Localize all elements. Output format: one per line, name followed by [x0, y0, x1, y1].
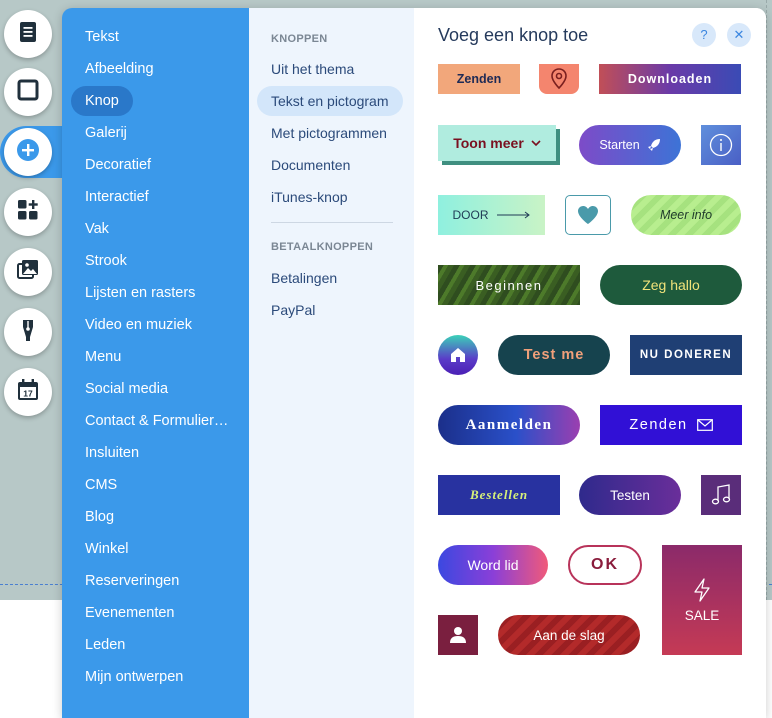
- preset-info-button[interactable]: [701, 125, 741, 165]
- chevron-down-icon: [531, 139, 541, 147]
- heart-icon: [577, 205, 599, 225]
- background-icon: [15, 77, 41, 108]
- canvas-guide-line-vertical: [766, 0, 767, 600]
- preset-sale[interactable]: SALE: [662, 545, 742, 655]
- subcategory-divider: [271, 222, 393, 223]
- button-presets: Voeg een knop toe ? ✕ Zenden Downloaden …: [414, 8, 766, 718]
- subcategory-tekst-en-pictogram[interactable]: Tekst en pictogram: [257, 86, 403, 116]
- category-afbeelding[interactable]: Afbeelding: [71, 54, 168, 84]
- help-button[interactable]: ?: [692, 23, 716, 47]
- subcategory-itunes-knop[interactable]: iTunes-knop: [257, 182, 362, 212]
- subcategory-met-pictogrammen[interactable]: Met pictogrammen: [257, 118, 401, 148]
- preset-aan-de-slag[interactable]: Aan de slag: [498, 615, 640, 655]
- category-blog[interactable]: Blog: [71, 502, 128, 532]
- category-decoratief[interactable]: Decoratief: [71, 150, 165, 180]
- sale-label: SALE: [684, 607, 720, 623]
- category-list: Tekst Afbeelding Knop Galerij Decoratief…: [62, 8, 249, 718]
- category-video-en-muziek[interactable]: Video en muziek: [71, 310, 206, 340]
- category-tekst[interactable]: Tekst: [71, 22, 133, 52]
- category-social-media[interactable]: Social media: [71, 374, 182, 404]
- pen-icon: [15, 317, 41, 348]
- user-icon: [449, 626, 467, 644]
- pages-icon: [15, 19, 41, 50]
- category-galerij[interactable]: Galerij: [71, 118, 141, 148]
- zenden-mail-label: Zenden: [629, 417, 688, 433]
- category-evenementen[interactable]: Evenementen: [71, 598, 188, 628]
- preset-beginnen[interactable]: Beginnen: [438, 265, 580, 305]
- pen-button[interactable]: [4, 308, 52, 356]
- subcategory-betalingen[interactable]: Betalingen: [257, 263, 351, 293]
- category-strook[interactable]: Strook: [71, 246, 141, 276]
- preset-heart-button[interactable]: [565, 195, 611, 235]
- preset-starten[interactable]: Starten: [579, 125, 681, 165]
- category-mijn-ontwerpen[interactable]: Mijn ontwerpen: [71, 662, 197, 692]
- heading-knoppen: KNOPPEN: [271, 33, 328, 45]
- category-insluiten[interactable]: Insluiten: [71, 438, 153, 468]
- subcategory-uit-het-thema[interactable]: Uit het thema: [257, 54, 368, 84]
- category-menu[interactable]: Menu: [71, 342, 135, 372]
- preset-music-button[interactable]: [701, 475, 741, 515]
- left-toolbar: 17: [0, 0, 62, 718]
- category-reserveringen[interactable]: Reserveringen: [71, 566, 193, 596]
- rocket-icon: [647, 138, 661, 152]
- preset-user-button[interactable]: [438, 615, 478, 655]
- door-label: DOOR: [452, 208, 489, 222]
- heading-betaalknoppen: BETAALKNOPPEN: [271, 241, 374, 253]
- info-icon: [709, 133, 733, 157]
- category-leden[interactable]: Leden: [71, 630, 139, 660]
- add-icon: [15, 137, 41, 168]
- category-cms[interactable]: CMS: [71, 470, 131, 500]
- preset-nu-doneren[interactable]: NU DONEREN: [630, 335, 742, 375]
- category-vak[interactable]: Vak: [71, 214, 123, 244]
- category-knop[interactable]: Knop: [71, 86, 133, 116]
- add-panel: Tekst Afbeelding Knop Galerij Decoratief…: [62, 8, 766, 718]
- preset-ok[interactable]: OK: [568, 545, 642, 585]
- category-winkel[interactable]: Winkel: [71, 534, 143, 564]
- app-market-icon: [15, 197, 41, 228]
- lightning-icon: [693, 577, 711, 602]
- media-button[interactable]: [4, 248, 52, 296]
- panel-header: Voeg een knop toe ? ✕: [414, 8, 766, 64]
- preset-toon-meer[interactable]: Toon meer: [438, 125, 556, 161]
- subcategory-paypal[interactable]: PayPal: [257, 295, 329, 325]
- calendar-day-label: 17: [23, 388, 33, 398]
- category-contact-formulier[interactable]: Contact & Formulier…: [71, 406, 242, 436]
- background-button[interactable]: [4, 68, 52, 116]
- subcategory-documenten[interactable]: Documenten: [257, 150, 364, 180]
- subcategory-list: KNOPPEN Uit het thema Tekst en pictogram…: [249, 8, 414, 718]
- preset-home-button[interactable]: [438, 335, 478, 375]
- home-icon: [450, 347, 466, 363]
- category-interactief[interactable]: Interactief: [71, 182, 163, 212]
- calendar-icon: 17: [15, 377, 41, 408]
- preset-bestellen[interactable]: Bestellen: [438, 475, 560, 515]
- preset-door[interactable]: DOOR: [438, 195, 545, 235]
- add-button[interactable]: [4, 128, 52, 176]
- preset-zeg-hallo[interactable]: Zeg hallo: [600, 265, 742, 305]
- long-arrow-icon: [496, 211, 531, 219]
- preset-aanmelden[interactable]: Aanmelden: [438, 405, 580, 445]
- starten-label: Starten: [599, 138, 640, 152]
- panel-title: Voeg een knop toe: [438, 25, 589, 45]
- preset-testen[interactable]: Testen: [579, 475, 681, 515]
- pages-button[interactable]: [4, 10, 52, 58]
- app-market-button[interactable]: [4, 188, 52, 236]
- mail-icon: [696, 419, 713, 431]
- media-icon: [15, 257, 41, 288]
- preset-zenden-mail[interactable]: Zenden: [600, 405, 742, 445]
- preset-meer-info[interactable]: Meer info: [631, 195, 741, 235]
- music-note-icon: [711, 484, 731, 506]
- preset-test-me[interactable]: Test me: [498, 335, 610, 375]
- preset-word-lid[interactable]: Word lid: [438, 545, 548, 585]
- category-lijsten-en-rasters[interactable]: Lijsten en rasters: [71, 278, 209, 308]
- toon-meer-label: Toon meer: [453, 135, 524, 151]
- close-button[interactable]: ✕: [727, 23, 751, 47]
- bookings-button[interactable]: 17: [4, 368, 52, 416]
